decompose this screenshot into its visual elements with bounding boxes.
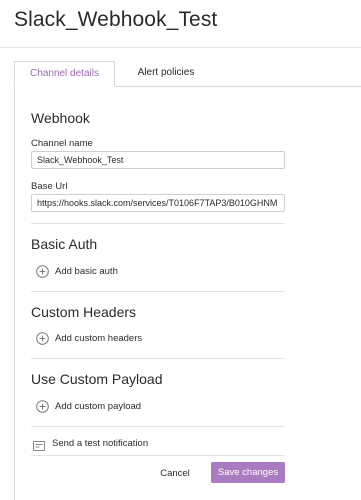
add-basic-auth-label: Add basic auth [55, 265, 118, 277]
base-url-label: Base Url [31, 181, 68, 192]
footer-divider [31, 455, 285, 456]
custom-headers-section-title: Custom Headers [31, 304, 137, 320]
section-divider [31, 426, 285, 427]
send-test-notification-button[interactable]: Send a test notification [33, 437, 149, 451]
tab-channel-details[interactable]: Channel details [14, 61, 115, 87]
plus-circle-icon [36, 399, 49, 413]
section-divider [31, 223, 285, 224]
add-custom-payload-button[interactable]: Add custom payload [36, 399, 141, 413]
save-changes-button[interactable]: Save changes [211, 462, 285, 483]
custom-payload-section-title: Use Custom Payload [31, 371, 163, 387]
cancel-button[interactable]: Cancel [157, 465, 193, 482]
add-custom-headers-button[interactable]: Add custom headers [36, 331, 142, 345]
plus-circle-icon [36, 264, 49, 278]
basic-auth-section-title: Basic Auth [31, 236, 98, 252]
send-test-notification-label: Send a test notification [52, 437, 149, 449]
section-divider [31, 291, 285, 292]
section-divider [31, 358, 285, 359]
notification-icon [33, 438, 45, 451]
webhook-section-title: Webhook [31, 110, 90, 126]
add-custom-payload-label: Add custom payload [55, 400, 142, 412]
add-custom-headers-label: Add custom headers [55, 332, 143, 344]
channel-name-label: Channel name [31, 138, 93, 149]
title-divider [0, 47, 361, 48]
base-url-input[interactable]: https://hooks.slack.com/services/T0106F7… [31, 194, 285, 212]
tab-alert-policies[interactable]: Alert policies [124, 61, 208, 86]
channel-name-input[interactable]: Slack_Webhook_Test [31, 151, 285, 169]
page-title: Slack_Webhook_Test [14, 8, 218, 31]
plus-circle-icon [36, 331, 49, 345]
add-basic-auth-button[interactable]: Add basic auth [36, 264, 118, 278]
